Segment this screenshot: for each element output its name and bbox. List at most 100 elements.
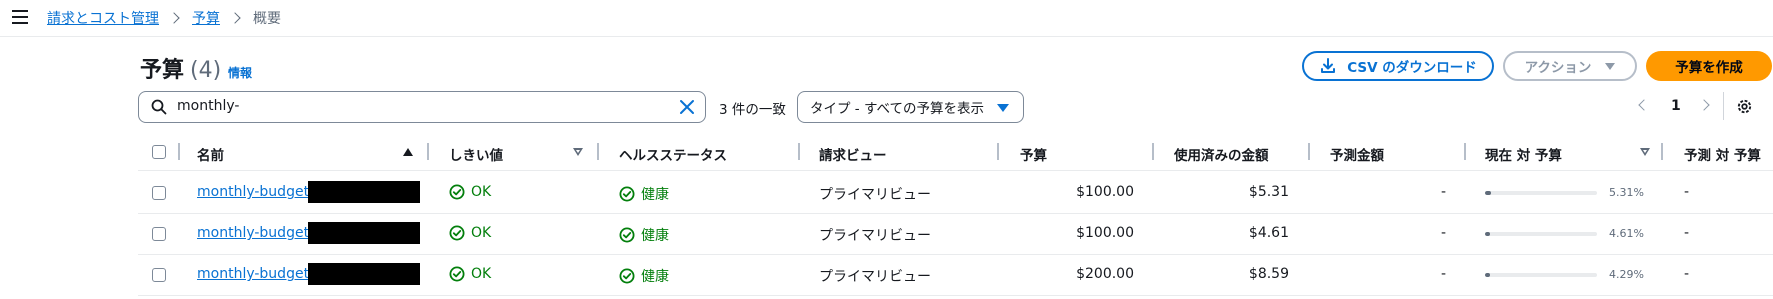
divider <box>1723 92 1724 120</box>
forecast-vs-budget: - <box>1684 225 1690 241</box>
match-count: 3 件の一致 <box>719 102 786 118</box>
column-header-forecast-amount[interactable]: 予測金額 <box>1330 144 1384 164</box>
create-budget-button[interactable]: 予算を作成 <box>1646 51 1772 81</box>
health-status: 健康 <box>619 225 669 245</box>
gear-icon[interactable] <box>1735 97 1754 116</box>
breadcrumb-current: 概要 <box>253 11 281 27</box>
health-status: 健康 <box>619 266 669 286</box>
current-vs-budget-progress <box>1485 273 1597 277</box>
sort-icon[interactable] <box>1640 148 1650 156</box>
column-divider <box>178 143 180 160</box>
column-divider <box>1464 143 1466 160</box>
redacted-name <box>308 263 420 285</box>
budget-amount: $100.00 <box>1076 225 1134 241</box>
threshold-text: OK <box>471 225 492 241</box>
check-circle-icon <box>449 184 465 200</box>
table-row: monthly-budget- OK 健康 プライマリビュー $100.00 $… <box>138 214 1773 255</box>
column-header-forecast-vs-budget[interactable]: 予測 対 予算 <box>1684 144 1761 164</box>
breadcrumb-billing-link[interactable]: 請求とコスト管理 <box>47 8 159 28</box>
redacted-name <box>308 181 420 203</box>
select-all-checkbox[interactable] <box>152 145 166 159</box>
table-header: 名前 しきい値 ヘルスステータス 請求ビュー 予算 使用済みの金額 予測金額 現… <box>138 134 1773 171</box>
current-vs-budget-progress <box>1485 232 1597 236</box>
column-divider <box>597 143 599 160</box>
actions-dropdown-button[interactable]: アクション <box>1503 51 1637 81</box>
threshold-status: OK <box>449 225 491 241</box>
search-input[interactable]: monthly- <box>177 98 239 114</box>
column-header-used-amount[interactable]: 使用済みの金額 <box>1174 144 1269 164</box>
column-header-threshold[interactable]: しきい値 <box>449 144 503 164</box>
close-icon[interactable] <box>679 99 695 115</box>
csv-download-button[interactable]: CSV のダウンロード <box>1302 51 1494 81</box>
search-icon <box>151 99 167 115</box>
sort-icon[interactable] <box>573 148 583 156</box>
page-title: 予算 (4) <box>140 52 221 84</box>
forecast-amount: - <box>1440 184 1446 200</box>
row-checkbox[interactable] <box>152 268 166 282</box>
check-circle-icon <box>619 186 635 202</box>
sort-ascending-icon[interactable] <box>403 148 413 156</box>
threshold-text: OK <box>471 266 492 282</box>
download-icon <box>1321 58 1336 73</box>
budget-amount: $100.00 <box>1076 184 1134 200</box>
used-amount: $8.59 <box>1248 266 1289 282</box>
column-divider <box>1152 143 1154 160</box>
column-header-billing-view[interactable]: 請求ビュー <box>819 144 887 164</box>
page-number[interactable]: 1 <box>1671 98 1681 114</box>
forecast-vs-budget: - <box>1684 184 1690 200</box>
breadcrumb-budgets-link[interactable]: 予算 <box>192 8 220 28</box>
threshold-status: OK <box>449 266 491 282</box>
page-title-text: 予算 <box>140 58 185 83</box>
budget-name-link[interactable]: monthly-budget- <box>197 225 314 241</box>
progress-fill <box>1485 191 1491 195</box>
caret-down-icon <box>1605 62 1616 70</box>
breadcrumb: 請求とコスト管理 予算 概要 <box>47 8 281 28</box>
used-amount: $4.61 <box>1248 225 1289 241</box>
create-budget-label: 予算を作成 <box>1675 60 1743 76</box>
budget-name-link[interactable]: monthly-budget- <box>197 184 314 200</box>
progress-fill <box>1485 273 1490 277</box>
forecast-vs-budget: - <box>1684 266 1690 282</box>
budget-amount: $200.00 <box>1076 266 1134 282</box>
search-field[interactable]: monthly- <box>138 91 706 123</box>
forecast-amount: - <box>1440 225 1446 241</box>
health-text: 健康 <box>641 187 669 203</box>
health-text: 健康 <box>641 228 669 244</box>
column-header-name[interactable]: 名前 <box>197 144 224 164</box>
column-header-health-status[interactable]: ヘルスステータス <box>619 144 727 164</box>
budget-type-selected: タイプ - すべての予算を表示 <box>810 101 984 117</box>
actions-label: アクション <box>1524 60 1592 76</box>
info-link[interactable]: 情報 <box>228 64 252 81</box>
check-circle-icon <box>619 268 635 284</box>
column-divider <box>1308 143 1310 160</box>
threshold-text: OK <box>471 184 492 200</box>
budget-type-select[interactable]: タイプ - すべての予算を表示 <box>797 91 1024 123</box>
check-circle-icon <box>619 227 635 243</box>
table-row: monthly-budget- OK 健康 プライマリビュー $200.00 $… <box>138 255 1773 296</box>
caret-down-icon <box>997 104 1009 112</box>
column-divider <box>997 143 999 160</box>
chevron-right-icon <box>168 12 180 24</box>
budget-name-link[interactable]: monthly-budget- <box>197 266 314 282</box>
row-checkbox[interactable] <box>152 227 166 241</box>
chevron-right-icon <box>229 12 241 24</box>
previous-page-icon[interactable] <box>1638 99 1650 111</box>
used-amount: $5.31 <box>1248 184 1289 200</box>
column-header-current-vs-budget[interactable]: 現在 対 予算 <box>1485 144 1562 164</box>
row-checkbox[interactable] <box>152 186 166 200</box>
check-circle-icon <box>449 225 465 241</box>
progress-fill <box>1485 232 1491 236</box>
health-status: 健康 <box>619 184 669 204</box>
health-text: 健康 <box>641 269 669 285</box>
next-page-icon[interactable] <box>1698 99 1710 111</box>
check-circle-icon <box>449 266 465 282</box>
budget-count: (4) <box>190 58 222 83</box>
billing-view: プライマリビュー <box>819 228 931 244</box>
column-divider <box>798 143 800 160</box>
column-header-budget[interactable]: 予算 <box>1020 144 1047 164</box>
billing-view: プライマリビュー <box>819 269 931 285</box>
top-bar: 請求とコスト管理 予算 概要 <box>0 0 1773 37</box>
current-vs-budget-percent: 4.29% <box>1609 268 1644 281</box>
menu-icon[interactable] <box>12 10 28 24</box>
redacted-name <box>308 222 420 244</box>
